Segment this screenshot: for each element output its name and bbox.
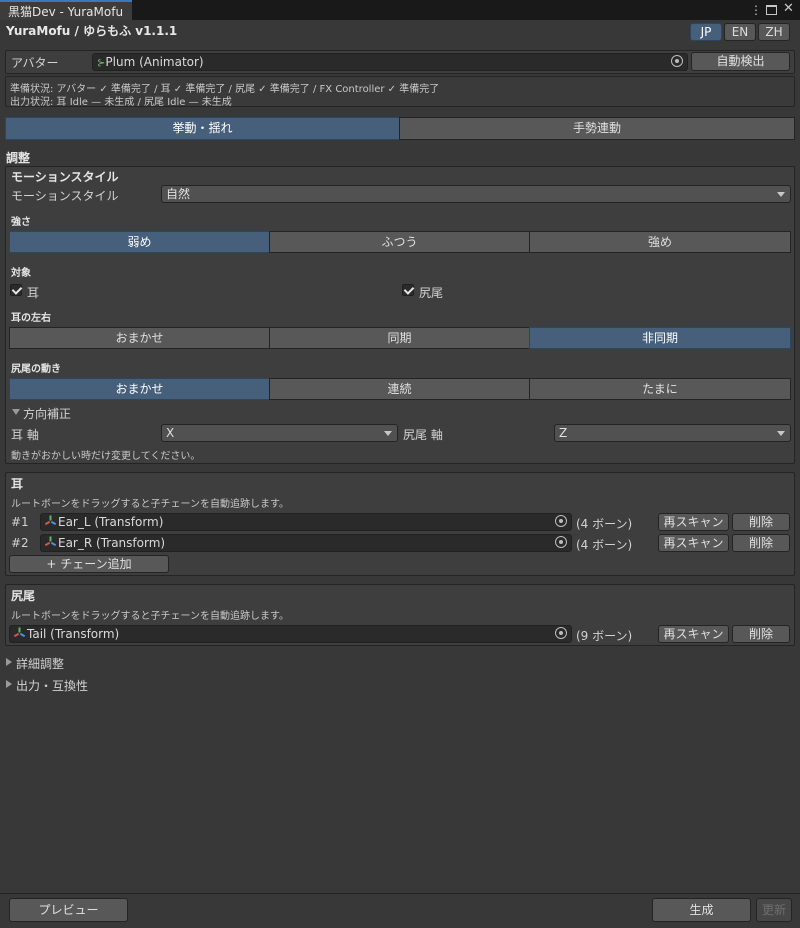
ear-lr-sync[interactable]: 同期 <box>269 327 530 349</box>
lang-button-zh[interactable]: ZH <box>758 23 790 41</box>
tail-chain-field[interactable]: Tail (Transform) <box>9 625 572 643</box>
tab-gesture[interactable]: 手勢連動 <box>399 117 795 140</box>
strength-normal[interactable]: ふつう <box>269 231 530 253</box>
avatar-label: アバター <box>11 56 59 70</box>
tail-checkbox-label: 尻尾 <box>419 286 444 300</box>
delete-button[interactable]: 削除 <box>732 625 790 643</box>
foldout-collapsed-icon[interactable] <box>6 680 12 688</box>
transform-icon <box>13 627 26 639</box>
ear-chain-field-2[interactable]: Ear_R (Transform) <box>40 534 572 552</box>
output-status: 出力状況: 耳 Idle — 未生成 / 尻尾 Idle — 未生成 <box>10 97 232 108</box>
foldout-expanded-icon[interactable] <box>12 409 20 415</box>
tail-axis-dropdown[interactable]: Z <box>554 424 791 442</box>
strength-title: 強さ <box>11 217 31 228</box>
auto-detect-button[interactable]: 自動検出 <box>691 52 790 71</box>
ear-lr-async[interactable]: 非同期 <box>529 327 791 349</box>
ear-lr-title: 耳の左右 <box>11 313 51 324</box>
delete-button[interactable]: 削除 <box>732 534 790 552</box>
ear-chain-value-2: Ear_R (Transform) <box>58 536 166 550</box>
tail-hint: ルートボーンをドラッグすると子チェーンを自動追跡します。 <box>11 611 289 622</box>
transform-icon <box>44 536 57 548</box>
direction-foldout-label[interactable]: 方向補正 <box>23 405 71 422</box>
strength-weak[interactable]: 弱め <box>9 231 270 253</box>
object-picker-icon[interactable] <box>555 627 567 639</box>
detail-foldout[interactable]: 詳細調整 <box>16 655 64 672</box>
add-chain-button[interactable]: + チェーン追加 <box>9 555 169 573</box>
tail-move-occasional[interactable]: たまに <box>529 378 791 400</box>
ear-axis-label: 耳 軸 <box>11 428 39 442</box>
maximize-icon[interactable] <box>766 5 777 15</box>
tail-axis-value: Z <box>559 426 568 440</box>
chevron-down-icon <box>384 431 392 436</box>
ear-lr-auto[interactable]: おまかせ <box>9 327 270 349</box>
rescan-button[interactable]: 再スキャン <box>658 534 729 552</box>
ear-chain-value-1: Ear_L (Transform) <box>58 515 164 529</box>
chevron-down-icon <box>777 431 785 436</box>
ear-axis-value: X <box>166 426 175 440</box>
window-tab[interactable]: 黒猫Dev - YuraMofu <box>0 0 132 20</box>
ear-chain-field-1[interactable]: Ear_L (Transform) <box>40 513 572 531</box>
object-picker-icon[interactable] <box>555 536 567 548</box>
object-picker-icon[interactable] <box>555 515 567 527</box>
tail-move-title: 尻尾の動き <box>11 364 61 375</box>
ears-title: 耳 <box>11 477 24 491</box>
foldout-collapsed-icon[interactable] <box>6 658 12 666</box>
ear-checkbox[interactable] <box>10 284 22 296</box>
avatar-field-value: Plum (Animator) <box>105 55 204 69</box>
strength-strong[interactable]: 強め <box>529 231 791 253</box>
tail-checkbox[interactable] <box>402 284 414 296</box>
tail-axis-label: 尻尾 軸 <box>403 428 443 442</box>
motion-style-value: 自然 <box>166 187 191 201</box>
chain-index: #2 <box>11 536 29 550</box>
lang-button-en[interactable]: EN <box>724 23 756 41</box>
direction-hint: 動きがおかしい時だけ変更してください。 <box>11 451 201 462</box>
update-button: 更新 <box>756 898 792 922</box>
transform-icon <box>44 515 57 527</box>
tail-move-continuous[interactable]: 連続 <box>269 378 530 400</box>
bone-count: (4 ボーン) <box>576 538 633 552</box>
app-title: YuraMofu / ゆらもふ v1.1.1 <box>6 24 178 38</box>
motion-style-label: モーションスタイル <box>11 189 119 203</box>
rescan-button[interactable]: 再スキャン <box>658 625 729 643</box>
bone-count: (9 ボーン) <box>576 629 633 643</box>
bone-count: (4 ボーン) <box>576 517 633 531</box>
adjust-title: 調整 <box>6 151 31 165</box>
tail-move-auto[interactable]: おまかせ <box>9 378 270 400</box>
ear-checkbox-label: 耳 <box>27 286 40 300</box>
object-picker-icon[interactable] <box>671 55 683 67</box>
motion-style-title: モーションスタイル <box>11 170 119 184</box>
adjust-panel <box>5 166 795 464</box>
target-title: 対象 <box>11 268 31 279</box>
close-icon[interactable]: ✕ <box>783 1 794 17</box>
preview-button[interactable]: プレビュー <box>9 898 128 922</box>
rescan-button[interactable]: 再スキャン <box>658 513 729 531</box>
tail-title: 尻尾 <box>11 589 36 603</box>
chevron-down-icon <box>777 192 785 197</box>
output-foldout[interactable]: 出力・互換性 <box>16 677 88 694</box>
delete-button[interactable]: 削除 <box>732 513 790 531</box>
lang-button-jp[interactable]: JP <box>690 23 722 41</box>
tab-motion[interactable]: 挙動・揺れ <box>5 117 400 140</box>
motion-style-dropdown[interactable]: 自然 <box>161 185 791 203</box>
ear-axis-dropdown[interactable]: X <box>161 424 398 442</box>
generate-button[interactable]: 生成 <box>652 898 751 922</box>
chain-index: #1 <box>11 515 29 529</box>
more-vertical-icon[interactable]: ⋮ <box>750 2 762 18</box>
avatar-field[interactable]: ⊱Plum (Animator) <box>92 53 688 71</box>
tail-chain-value: Tail (Transform) <box>27 627 120 641</box>
ears-hint: ルートボーンをドラッグすると子チェーンを自動追跡します。 <box>11 499 289 510</box>
